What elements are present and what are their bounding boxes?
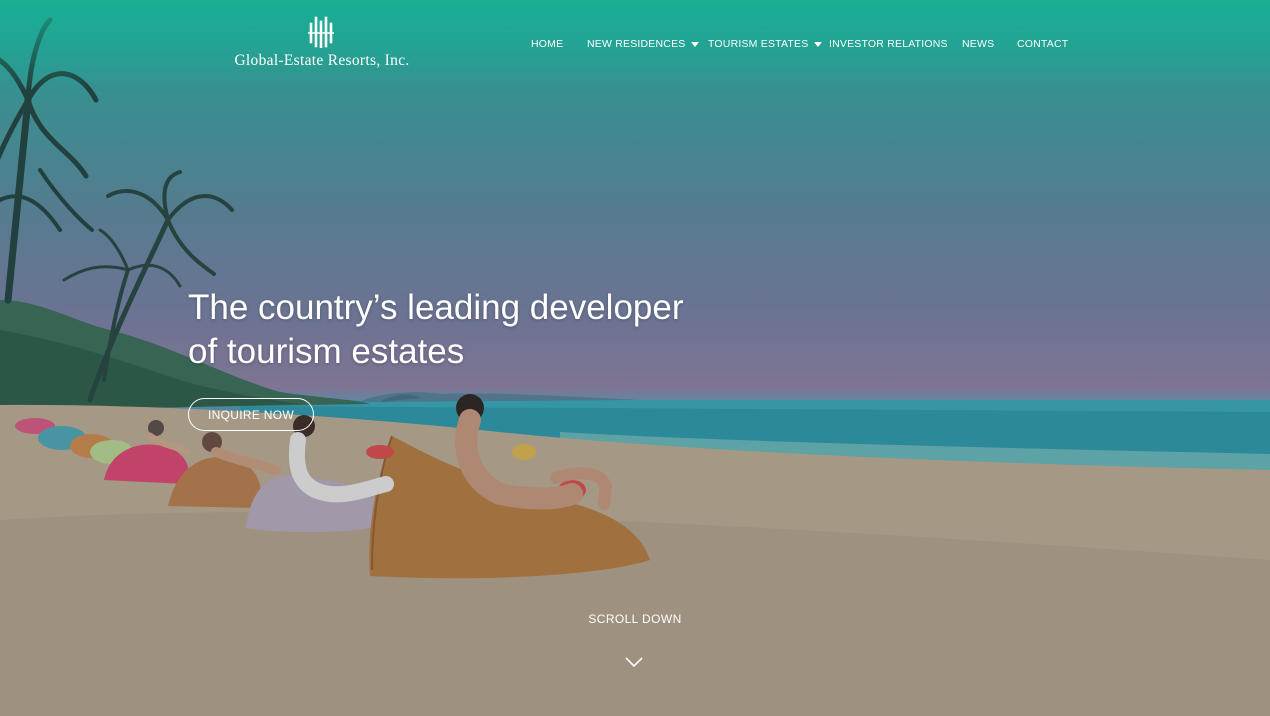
- main-navigation: HOME NEW RESIDENCES TOURISM ESTATES INVE…: [531, 36, 1077, 52]
- nav-item-news[interactable]: NEWS: [962, 38, 1017, 50]
- hero-section: Global-Estate Resorts, Inc. HOME NEW RES…: [0, 0, 1270, 716]
- hero-headline: The country’s leading developer of touri…: [188, 286, 748, 374]
- hero-headline-line-2: of tourism estates: [188, 332, 465, 371]
- nav-item-label: INVESTOR RELATIONS: [829, 38, 948, 50]
- nav-item-investor-relations[interactable]: INVESTOR RELATIONS: [829, 38, 962, 50]
- caret-down-icon: [814, 41, 823, 47]
- brand-name: Global-Estate Resorts, Inc.: [234, 52, 410, 69]
- nav-item-home[interactable]: HOME: [531, 38, 587, 50]
- nav-item-new-residences[interactable]: NEW RESIDENCES: [587, 38, 708, 50]
- caret-down-icon: [691, 41, 700, 47]
- nav-item-label: CONTACT: [1017, 38, 1069, 50]
- brand-logo[interactable]: Global-Estate Resorts, Inc.: [212, 16, 432, 76]
- nav-item-tourism-estates[interactable]: TOURISM ESTATES: [708, 38, 829, 50]
- nav-item-label: TOURISM ESTATES: [708, 38, 809, 50]
- nav-item-label: NEW RESIDENCES: [587, 38, 686, 50]
- nav-item-label: HOME: [531, 38, 564, 50]
- brand-logo-mark-icon: [308, 16, 334, 48]
- nav-item-contact[interactable]: CONTACT: [1017, 38, 1077, 50]
- hero-headline-line-1: The country’s leading developer: [188, 288, 684, 327]
- inquire-now-button[interactable]: INQUIRE NOW: [188, 398, 314, 431]
- nav-item-label: NEWS: [962, 38, 995, 50]
- scroll-down-link[interactable]: SCROLL DOWN: [560, 612, 710, 626]
- chevron-down-icon[interactable]: [625, 656, 643, 668]
